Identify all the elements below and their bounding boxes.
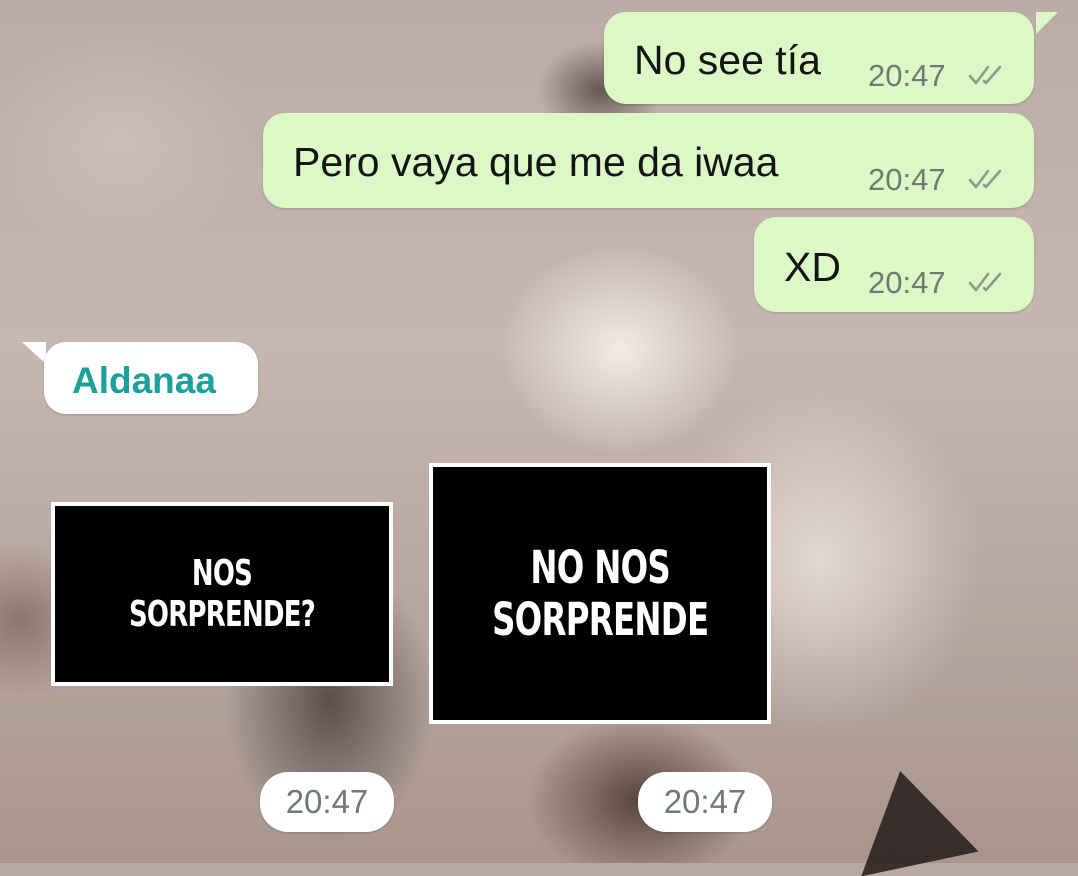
outgoing-message[interactable]: XD 20:47	[754, 217, 1034, 312]
double-check-icon	[968, 169, 1002, 189]
message-text: XD	[784, 244, 841, 290]
message-time: 20:47	[868, 265, 946, 300]
message-text: No see tía	[634, 37, 821, 83]
bubble-tail	[22, 342, 46, 364]
sticker-time: 20:47	[638, 772, 772, 832]
message-time: 20:47	[868, 58, 946, 93]
outgoing-message[interactable]: Pero vaya que me da iwaa 20:47	[263, 113, 1034, 208]
double-check-icon	[968, 272, 1002, 292]
sticker-message[interactable]: NOS SORPRENDE?	[51, 502, 393, 686]
sticker-text: NO NOS SORPRENDE	[491, 540, 709, 646]
sticker-time: 20:47	[260, 772, 394, 832]
message-time: 20:47	[868, 162, 946, 197]
sticker-text: NOS SORPRENDE?	[128, 552, 316, 635]
incoming-sender-bubble[interactable]: Aldanaa	[44, 342, 258, 414]
double-check-icon	[968, 65, 1002, 85]
sticker-message[interactable]: NO NOS SORPRENDE	[429, 463, 771, 724]
bubble-tail	[1036, 12, 1058, 34]
message-text: Pero vaya que me da iwaa	[293, 139, 779, 185]
outgoing-message[interactable]: No see tía 20:47	[604, 12, 1034, 104]
sender-name[interactable]: Aldanaa	[72, 362, 216, 399]
